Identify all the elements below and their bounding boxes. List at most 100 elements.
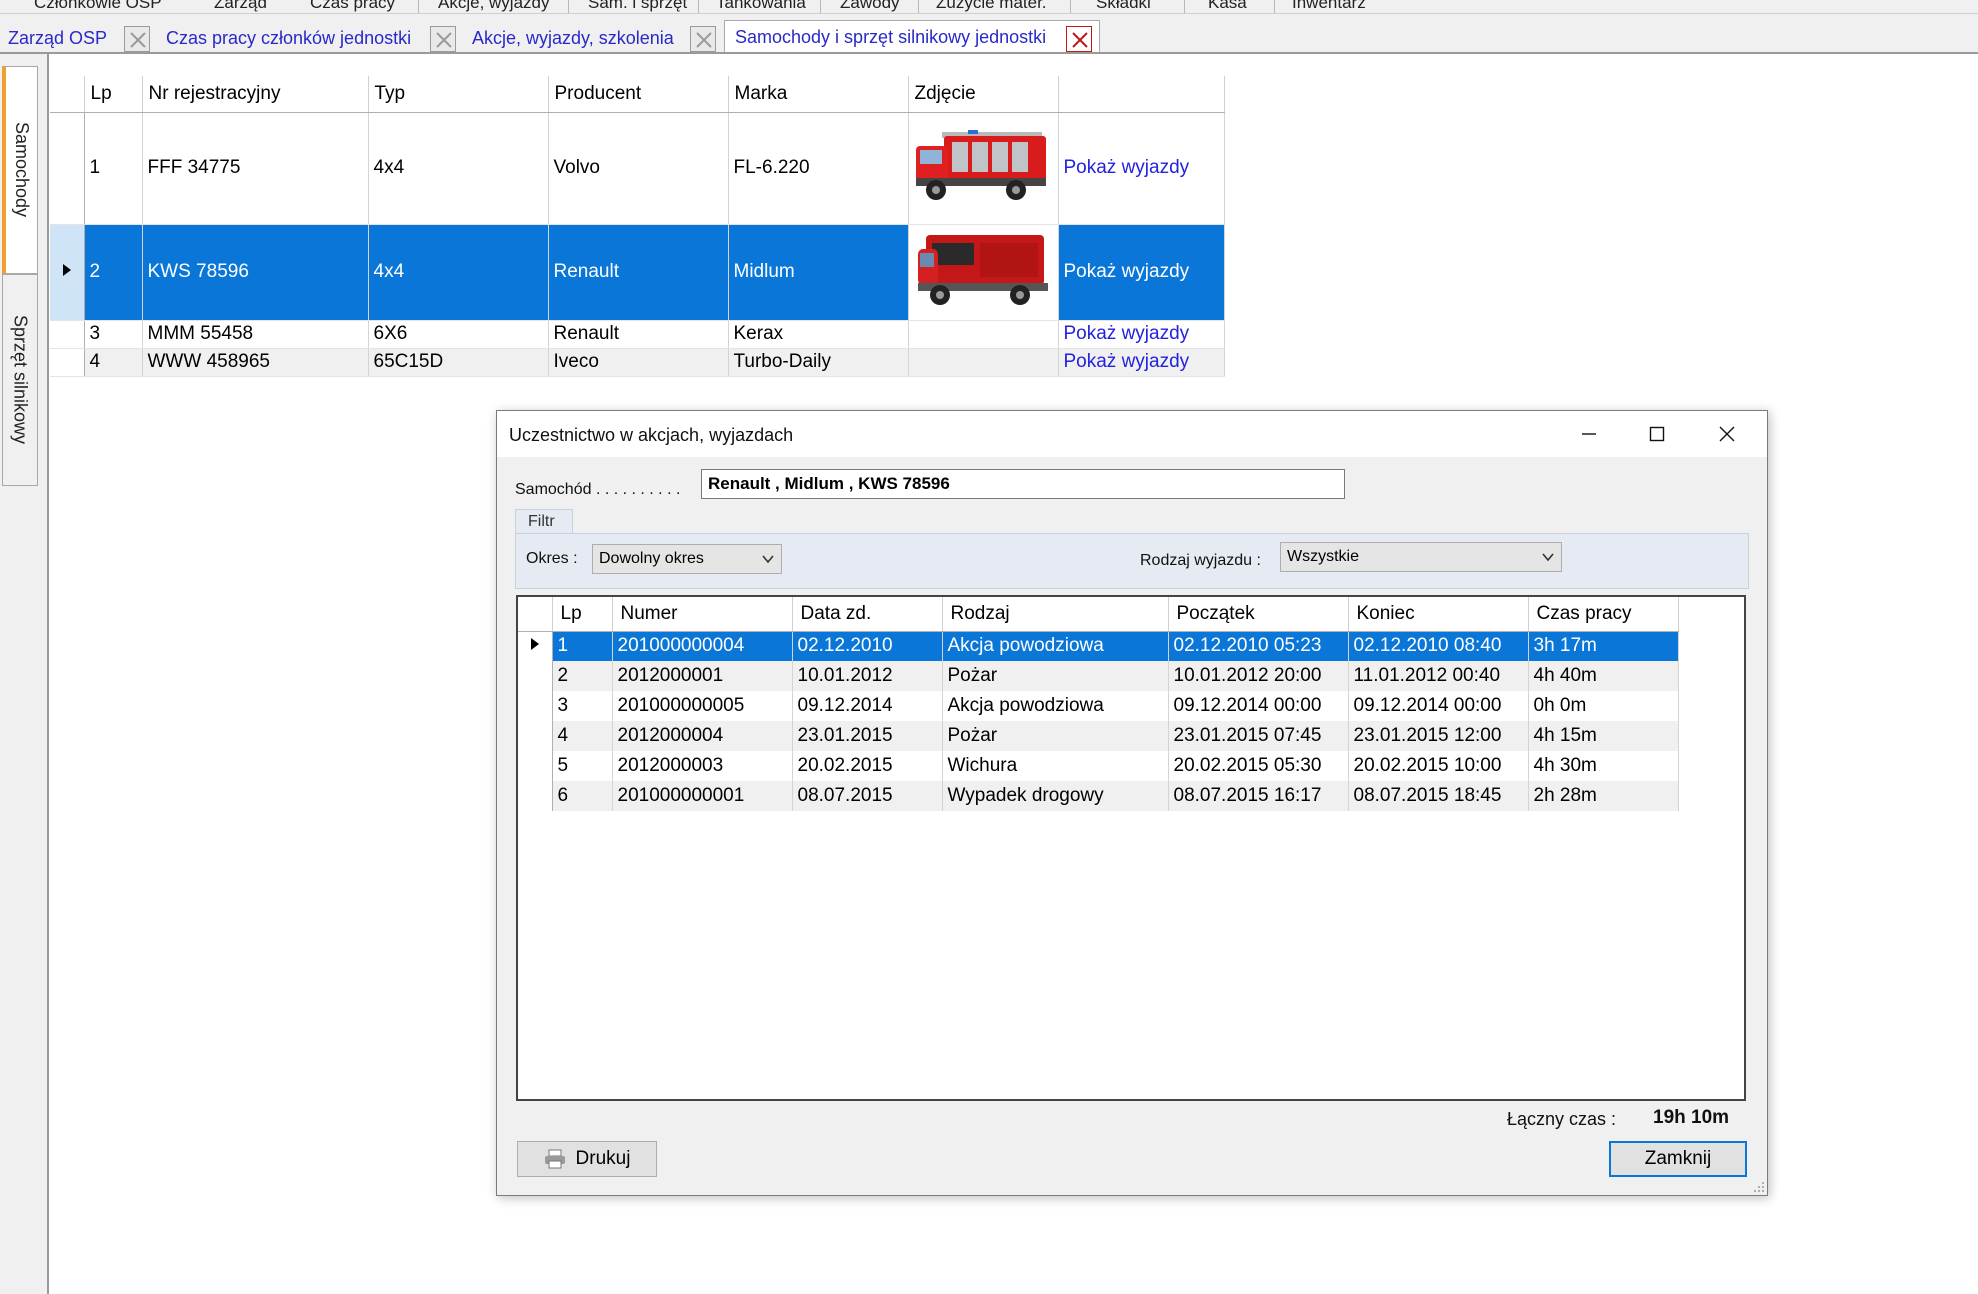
print-button[interactable]: Drukuj bbox=[517, 1141, 657, 1177]
show-trips-link[interactable]: Pokaż wyjazdy bbox=[1058, 224, 1225, 321]
column-header[interactable]: Typ bbox=[368, 76, 549, 113]
cell-rodzaj: Akcja powodziowa bbox=[942, 631, 1169, 661]
dialog-titlebar[interactable]: Uczestnictwo w akcjach, wyjazdach bbox=[497, 411, 1767, 457]
cell-data: 20.02.2015 bbox=[792, 751, 943, 781]
rodzaj-label: Rodzaj wyjazdu : bbox=[1140, 552, 1261, 569]
row-header[interactable] bbox=[50, 224, 85, 321]
samochod-label: Samochód . . . . . . . . . . bbox=[515, 481, 681, 498]
menu-item-skladki[interactable]: Składki bbox=[1096, 0, 1151, 13]
column-header[interactable]: Data zd. bbox=[792, 597, 943, 632]
tab-close-button[interactable] bbox=[690, 26, 716, 52]
table-row[interactable]: 3 201000000005 09.12.2014 Akcja powodzio… bbox=[518, 691, 1679, 721]
table-row[interactable]: 4 2012000004 23.01.2015 Pożar 23.01.2015… bbox=[518, 721, 1679, 751]
close-icon bbox=[436, 32, 452, 48]
menu-item-inwentarz[interactable]: Inwentarz bbox=[1292, 0, 1366, 13]
menu-item-sprzet[interactable]: Sam. i sprzęt bbox=[588, 0, 687, 13]
chevron-down-icon bbox=[762, 555, 774, 564]
column-header[interactable]: Producent bbox=[548, 76, 729, 113]
column-header[interactable]: Zdjęcie bbox=[908, 76, 1059, 113]
column-header[interactable]: Numer bbox=[612, 597, 793, 632]
cell-marka: Turbo-Daily bbox=[728, 348, 909, 377]
column-header[interactable]: Nr rejestracyjny bbox=[142, 76, 369, 113]
menu-item-zuzycie[interactable]: Zużycie mater. bbox=[936, 0, 1047, 13]
rodzaj-select[interactable]: Wszystkie bbox=[1280, 542, 1562, 572]
row-header[interactable] bbox=[518, 781, 553, 811]
cell-photo bbox=[908, 224, 1059, 321]
column-header[interactable]: Marka bbox=[728, 76, 909, 113]
table-row[interactable]: 6 201000000001 08.07.2015 Wypadek drogow… bbox=[518, 781, 1679, 811]
table-row[interactable]: 5 2012000003 20.02.2015 Wichura 20.02.20… bbox=[518, 751, 1679, 781]
side-tab-strip: Samochody Sprzęt silnikowy bbox=[0, 54, 49, 1294]
minimize-button[interactable] bbox=[1555, 411, 1623, 457]
trips-dialog: Uczestnictwo w akcjach, wyjazdach Samoch… bbox=[496, 410, 1768, 1196]
row-header[interactable] bbox=[518, 691, 553, 721]
cell-lp: 2 bbox=[84, 224, 143, 321]
menu-item-zawody[interactable]: Zawody bbox=[840, 0, 900, 13]
table-row[interactable]: 4 WWW 458965 65C15D Iveco Turbo-Daily Po… bbox=[50, 348, 1225, 377]
menu-item-czas-pracy[interactable]: Czas pracy bbox=[310, 0, 395, 13]
menu-item-tankowania[interactable]: Tankowania bbox=[716, 0, 806, 13]
close-button[interactable]: Zamknij bbox=[1609, 1141, 1747, 1177]
menu-item-akcje[interactable]: Akcje, wyjazdy bbox=[438, 0, 549, 13]
show-trips-link[interactable]: Pokaż wyjazdy bbox=[1058, 348, 1225, 377]
cell-koniec: 11.01.2012 00:40 bbox=[1348, 661, 1529, 691]
cell-photo bbox=[908, 348, 1059, 377]
trips-grid[interactable]: Lp Numer Data zd. Rodzaj Początek Koniec… bbox=[516, 595, 1746, 1101]
table-row[interactable]: 3 MMM 55458 6X6 Renault Kerax Pokaż wyja… bbox=[50, 320, 1225, 349]
menu-separator bbox=[418, 0, 419, 13]
dialog-title: Uczestnictwo w akcjach, wyjazdach bbox=[509, 425, 794, 445]
table-row-selected[interactable]: 1 201000000004 02.12.2010 Akcja powodzio… bbox=[518, 631, 1679, 661]
menu-item-kasa[interactable]: Kasa bbox=[1208, 0, 1247, 13]
column-header[interactable]: Koniec bbox=[1348, 597, 1529, 632]
cell-czas: 4h 30m bbox=[1528, 751, 1679, 781]
fire-truck-image bbox=[918, 235, 1048, 305]
row-header[interactable] bbox=[518, 751, 553, 781]
table-row[interactable]: 1 FFF 34775 4x4 Volvo FL-6.220 Pokaż wyj… bbox=[50, 112, 1225, 225]
column-header[interactable]: Lp bbox=[552, 597, 613, 632]
row-header[interactable] bbox=[50, 348, 85, 377]
side-tab-samochody[interactable]: Samochody bbox=[2, 66, 38, 274]
okres-select[interactable]: Dowolny okres bbox=[592, 544, 782, 574]
row-header[interactable] bbox=[50, 320, 85, 349]
filter-tab[interactable]: Filtr bbox=[515, 509, 573, 534]
show-trips-link[interactable]: Pokaż wyjazdy bbox=[1058, 320, 1225, 349]
cell-numer: 2012000004 bbox=[612, 721, 793, 751]
table-row[interactable]: 2 2012000001 10.01.2012 Pożar 10.01.2012… bbox=[518, 661, 1679, 691]
row-header[interactable] bbox=[518, 721, 553, 751]
cell-data: 02.12.2010 bbox=[792, 631, 943, 661]
cell-photo bbox=[908, 320, 1059, 349]
maximize-button[interactable] bbox=[1623, 411, 1691, 457]
samochod-field[interactable]: Renault , Midlum , KWS 78596 bbox=[701, 469, 1345, 499]
close-window-button[interactable] bbox=[1693, 411, 1761, 457]
column-header[interactable]: Początek bbox=[1168, 597, 1349, 632]
table-row-selected[interactable]: 2 KWS 78596 4x4 Renault Midlum Pokaż wyj… bbox=[50, 224, 1225, 321]
cell-typ: 4x4 bbox=[368, 224, 549, 321]
cell-koniec: 23.01.2015 12:00 bbox=[1348, 721, 1529, 751]
cell-marka: FL-6.220 bbox=[728, 112, 909, 225]
row-header[interactable] bbox=[50, 112, 85, 225]
tab-czas-pracy[interactable]: Czas pracy członków jednostki bbox=[166, 22, 411, 54]
document-tab-strip: Zarząd OSP Czas pracy członków jednostki… bbox=[0, 14, 1978, 54]
tab-zarzad-osp[interactable]: Zarząd OSP bbox=[8, 22, 107, 54]
resize-grip-icon[interactable] bbox=[1753, 1181, 1765, 1193]
print-button-label: Drukuj bbox=[575, 1148, 631, 1169]
row-header[interactable] bbox=[518, 661, 553, 691]
cell-nr: FFF 34775 bbox=[142, 112, 369, 225]
cell-photo bbox=[908, 112, 1059, 225]
cell-nr: MMM 55458 bbox=[142, 320, 369, 349]
menu-separator bbox=[1274, 0, 1275, 13]
tab-akcje[interactable]: Akcje, wyjazdy, szkolenia bbox=[472, 22, 674, 54]
menu-item-czlonkowie[interactable]: Członkowie OSP bbox=[34, 0, 162, 13]
menu-item-zarzad[interactable]: Zarząd bbox=[214, 0, 267, 13]
column-header[interactable]: Czas pracy bbox=[1528, 597, 1679, 632]
tab-close-button[interactable] bbox=[124, 26, 150, 52]
tab-close-button-active[interactable] bbox=[1066, 26, 1092, 52]
cell-poczatek: 23.01.2015 07:45 bbox=[1168, 721, 1349, 751]
show-trips-link[interactable]: Pokaż wyjazdy bbox=[1058, 112, 1225, 225]
tab-samochody[interactable]: Samochody i sprzęt silnikowy jednostki bbox=[724, 20, 1100, 54]
side-tab-sprzet[interactable]: Sprzęt silnikowy bbox=[2, 274, 38, 486]
row-header[interactable] bbox=[518, 631, 553, 661]
tab-close-button[interactable] bbox=[430, 26, 456, 52]
column-header[interactable]: Rodzaj bbox=[942, 597, 1169, 632]
column-header[interactable]: Lp bbox=[84, 76, 143, 113]
